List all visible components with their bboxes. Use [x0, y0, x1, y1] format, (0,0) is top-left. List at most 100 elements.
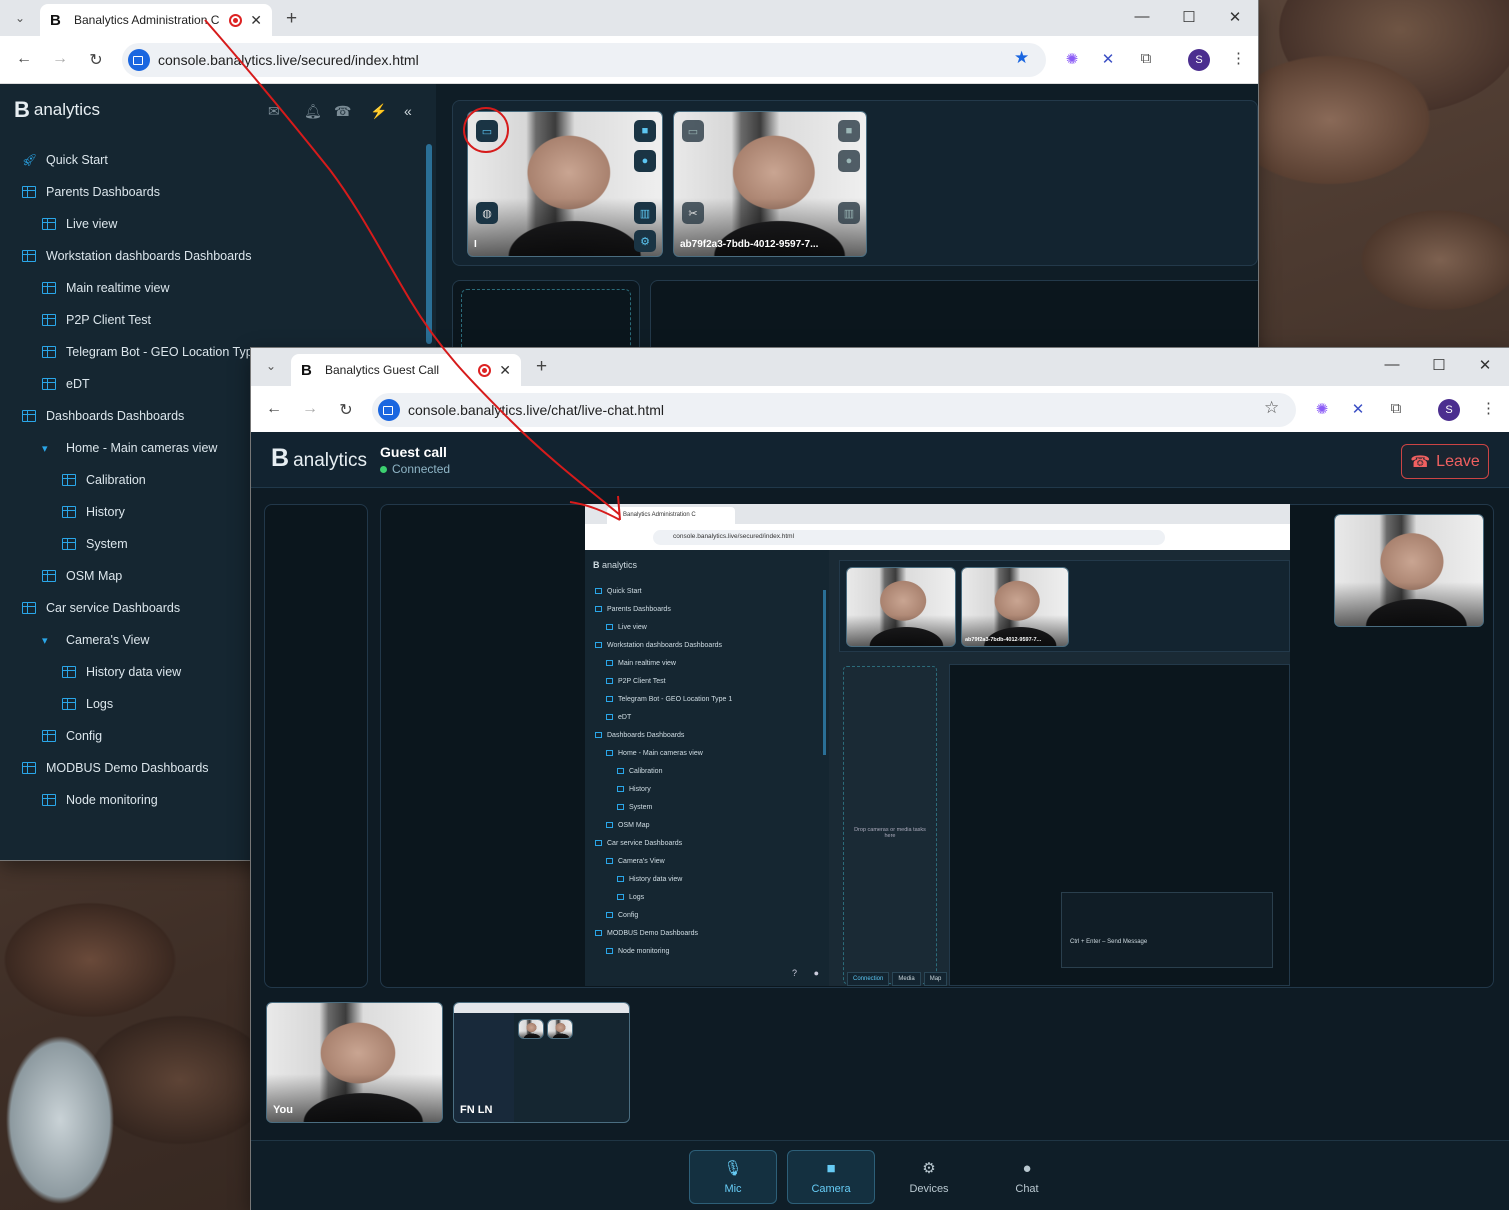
map-icon[interactable]: ▥ [838, 202, 860, 224]
control-label: Devices [909, 1183, 949, 1195]
shared-grid-icon [617, 786, 624, 792]
sidebar-item[interactable]: Main realtime view [0, 272, 422, 304]
shared-tree-item: OSM Map [595, 816, 821, 834]
plug-icon[interactable]: ⚡ [370, 103, 387, 120]
tab-guest-call[interactable]: B Banalytics Guest Call ✕ [291, 354, 521, 386]
video-camera-icon[interactable]: ■ [634, 120, 656, 142]
call-status: Connected [380, 462, 450, 476]
shared-grid-icon [606, 912, 613, 918]
call-title: Guest call [380, 444, 447, 460]
extension-gear-icon[interactable]: ✺ [1312, 400, 1332, 418]
extension-x-icon[interactable]: ✕ [1348, 400, 1368, 418]
site-info-icon[interactable] [378, 399, 400, 421]
back-icon[interactable]: ← [14, 50, 34, 68]
shared-brand-letter: B [593, 560, 600, 570]
shared-tree-item: History data view [595, 870, 821, 888]
settings-gear-icon[interactable]: ⚙ [634, 230, 656, 252]
sidebar-item[interactable]: Live view [0, 208, 422, 240]
camera-button[interactable]: ■ Camera [787, 1150, 875, 1204]
mic-button[interactable]: 🎙︎ Mic [689, 1150, 777, 1204]
browser-toolbar: ← → ↻ console.banalytics.live/secured/in… [0, 36, 1258, 84]
self-view-tile[interactable] [1334, 514, 1484, 627]
video-camera-icon[interactable]: ■ [838, 120, 860, 142]
sidebar-item-label: History data view [86, 665, 182, 679]
address-bar[interactable]: console.banalytics.live/secured/index.ht… [122, 43, 1046, 77]
scrollbar[interactable] [426, 144, 432, 344]
camera-tile-remote[interactable]: ▭ ■ ● ▥ ✂ ab79f2a3-7bdb-4012-9597-7... [673, 111, 867, 257]
microphone-icon[interactable]: ● [634, 150, 656, 172]
camera-tile-local[interactable]: ▭ ■ ● ▥ ⚙ ◍ I [467, 111, 663, 257]
shared-tab-1: Media [892, 972, 921, 986]
sidebar-item-label: Dashboards Dashboards [46, 409, 185, 423]
guest-call-browser-window: ⌄ B Banalytics Guest Call ✕ + — ☐ ✕ ← → … [251, 348, 1509, 1210]
grid-icon [62, 698, 76, 710]
participant-tile-you[interactable]: You [266, 1002, 443, 1123]
menu-kebab-icon[interactable]: ⋮ [1481, 399, 1496, 417]
devices-button[interactable]: ⚙ Devices [885, 1150, 973, 1204]
globe-icon[interactable]: ◍ [476, 202, 498, 224]
profile-avatar[interactable]: S [1438, 399, 1460, 421]
close-window-button[interactable]: ✕ [1225, 8, 1245, 26]
shared-tab-0: Connection [847, 972, 890, 986]
screen-share-icon[interactable]: ▭ [476, 120, 498, 142]
camera-label: ab79f2a3-7bdb-4012-9597-7... [680, 239, 819, 250]
mail-icon[interactable]: ✉ [268, 103, 280, 120]
camera-label: I [474, 239, 477, 250]
forward-icon[interactable]: → [50, 50, 70, 68]
sidebar-item[interactable]: P2P Client Test [0, 304, 422, 336]
tab-search-icon[interactable]: ⌄ [259, 354, 283, 378]
extensions-puzzle-icon[interactable]: ⧉ [1136, 50, 1156, 67]
shared-tree-item: Telegram Bot - GEO Location Type 1 [595, 690, 821, 708]
phone-icon[interactable]: ☎ [334, 103, 351, 120]
back-icon[interactable]: ← [264, 400, 284, 418]
sidebar-item-label: Logs [86, 697, 114, 711]
maximize-button[interactable]: ☐ [1429, 356, 1449, 374]
sidebar-item-label: Car service Dashboards [46, 601, 181, 615]
microphone-icon[interactable]: ● [838, 150, 860, 172]
chat-button[interactable]: ● Chat [983, 1150, 1071, 1204]
leave-button[interactable]: ☎ Leave [1401, 444, 1489, 479]
new-tab-button[interactable]: + [536, 356, 547, 378]
shared-camera-1 [846, 567, 956, 647]
map-icon[interactable]: ▥ [634, 202, 656, 224]
grid-icon [62, 538, 76, 550]
tab-admin[interactable]: B Banalytics Administration C ✕ [40, 4, 272, 36]
sidebar-item-label: Quick Start [46, 153, 108, 167]
reload-icon[interactable]: ↻ [336, 400, 356, 420]
site-info-icon[interactable] [128, 49, 150, 71]
address-bar[interactable]: console.banalytics.live/chat/live-chat.h… [372, 393, 1296, 427]
maximize-button[interactable]: ☐ [1179, 8, 1199, 26]
extension-gear-icon[interactable]: ✺ [1062, 50, 1082, 68]
bookmark-star-icon[interactable]: ☆ [1264, 398, 1279, 418]
extension-x-icon[interactable]: ✕ [1098, 50, 1118, 68]
peer-mini-camera [547, 1019, 573, 1039]
grid-icon [22, 762, 36, 774]
shared-tree-item: Config [595, 906, 821, 924]
shared-tree-label: Dashboards Dashboards [607, 731, 685, 739]
new-tab-button[interactable]: + [286, 8, 297, 30]
sidebar-item[interactable]: Parents Dashboards [0, 176, 422, 208]
disconnected-link-icon[interactable]: ✂ [682, 202, 704, 224]
reload-icon[interactable]: ↻ [86, 50, 106, 70]
close-tab-icon[interactable]: ✕ [250, 12, 262, 29]
bookmark-star-icon[interactable]: ★ [1014, 48, 1029, 68]
screen-share-icon[interactable]: ▭ [682, 120, 704, 142]
participant-tile-peer[interactable]: FN LN [453, 1002, 630, 1123]
extensions-puzzle-icon[interactable]: ⧉ [1386, 400, 1406, 417]
minimize-button[interactable]: — [1132, 8, 1152, 25]
close-tab-icon[interactable]: ✕ [499, 362, 511, 379]
sidebar-item[interactable]: 🚀︎ Quick Start [0, 144, 422, 176]
bell-icon[interactable]: 🔔︎ [304, 103, 322, 120]
url-text: console.banalytics.live/chat/live-chat.h… [408, 402, 665, 418]
forward-icon[interactable]: → [300, 400, 320, 418]
minimize-button[interactable]: — [1382, 356, 1402, 373]
profile-avatar[interactable]: S [1188, 49, 1210, 71]
call-controls: 🎙︎ Mic ■ Camera ⚙ Devices ● Chat [251, 1140, 1509, 1210]
collapse-icon[interactable]: « [404, 103, 412, 119]
shared-tree-label: eDT [618, 713, 632, 721]
shared-tree-label: Logs [629, 893, 645, 901]
menu-kebab-icon[interactable]: ⋮ [1231, 49, 1246, 67]
tab-search-icon[interactable]: ⌄ [8, 6, 32, 30]
close-window-button[interactable]: ✕ [1475, 356, 1495, 374]
sidebar-item[interactable]: Workstation dashboards Dashboards [0, 240, 422, 272]
